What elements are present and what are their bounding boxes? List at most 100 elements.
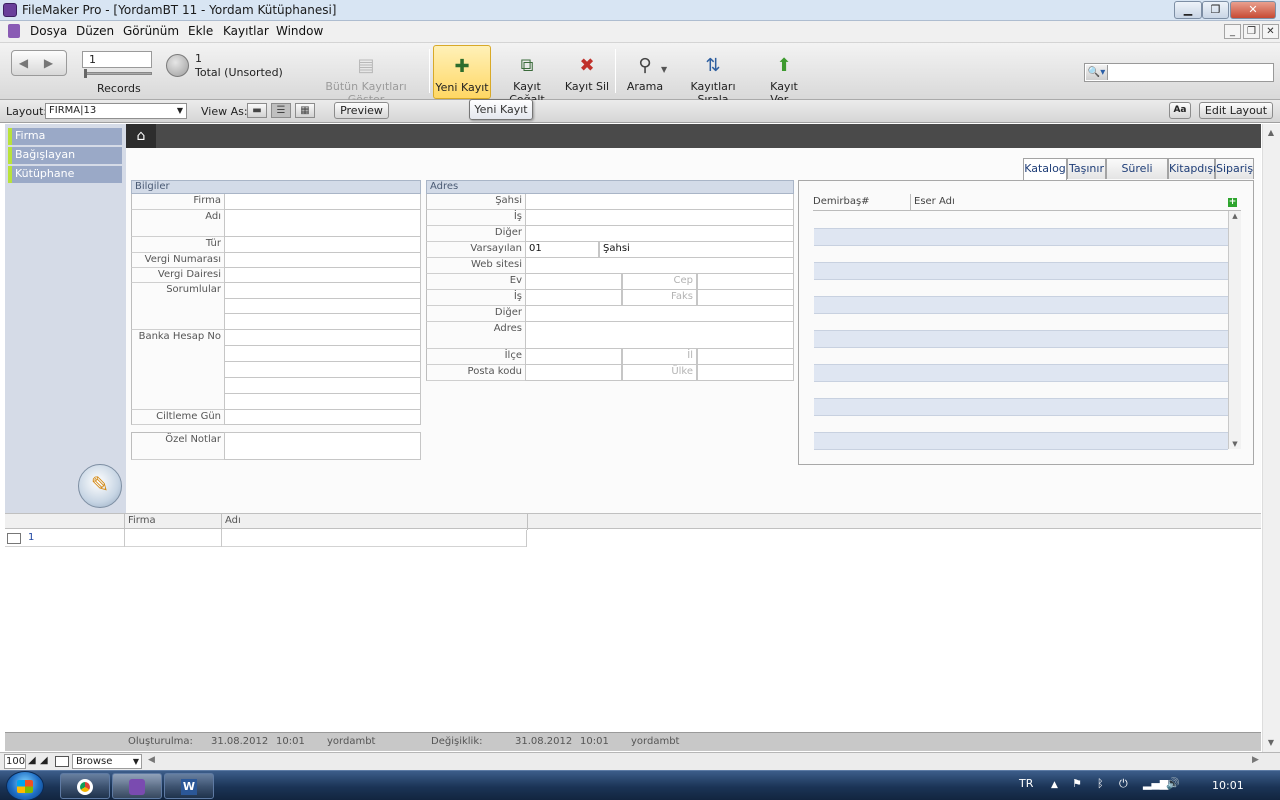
field-banka-2[interactable] [224,346,421,362]
text-formatting-button[interactable]: Aa [1169,102,1191,119]
field-firma[interactable] [224,194,421,210]
menu-window[interactable]: Window [276,24,323,38]
field-sorumlular-3[interactable] [224,314,421,330]
portal-row[interactable] [814,229,1228,246]
field-posta-kodu[interactable] [525,365,622,381]
portal-scrollbar[interactable]: ▲ ▼ [1228,211,1241,449]
quick-find-input[interactable] [1110,65,1270,80]
start-button[interactable] [6,771,44,800]
quick-find-search-icon[interactable]: 🔍▾ [1086,65,1108,80]
view-as-form-button[interactable]: ▬ [247,103,267,118]
scroll-down-arrow-icon[interactable]: ▼ [1263,738,1279,747]
sort-records-button[interactable]: ⇅ Kayıtları Sırala [675,45,751,106]
preview-button[interactable]: Preview [334,102,389,119]
portal-row[interactable] [814,416,1228,433]
list-col-firma[interactable]: Firma [124,514,221,530]
view-as-table-button[interactable]: ▦ [295,103,315,118]
portal-row[interactable] [814,263,1228,280]
field-ozel-notlar[interactable] [224,432,421,460]
portal-row[interactable] [814,297,1228,314]
field-banka-5[interactable] [224,394,421,410]
field-banka-1[interactable] [224,330,421,346]
field-varsayilan-code[interactable]: 01 [525,242,599,258]
field-ilce[interactable] [525,349,622,365]
field-diger[interactable] [525,226,794,242]
portal-row[interactable] [814,348,1228,365]
field-adres[interactable] [525,322,794,349]
zoom-out-icon[interactable]: ◢ [28,755,36,766]
field-adi[interactable] [224,210,421,237]
field-is-phone[interactable] [525,290,622,306]
power-icon[interactable]: ⏻ [1119,777,1128,791]
zoom-level[interactable]: 100 [4,754,26,769]
doc-close-button[interactable]: ✕ [1262,24,1279,39]
field-vergi-dairesi[interactable] [224,268,421,283]
language-indicator[interactable]: TR [1019,777,1033,790]
menu-kayitlar[interactable]: Kayıtlar [223,24,269,38]
field-banka-3[interactable] [224,362,421,378]
field-is[interactable] [525,210,794,226]
minimize-button[interactable]: ▁ [1174,1,1202,19]
close-button[interactable]: ✕ [1230,1,1276,19]
zoom-in-icon[interactable]: ◢ [40,755,48,766]
record-slider-knob[interactable] [84,69,87,78]
hscroll-right-arrow-icon[interactable]: ▶ [1252,755,1259,765]
field-ev[interactable] [525,274,622,290]
portal-row[interactable] [814,365,1228,382]
nav-tab-kutuphane[interactable]: Kütüphane [8,166,122,183]
nav-tab-bagislayan[interactable]: Bağışlayan [8,147,122,164]
doc-minimize-button[interactable]: _ [1224,24,1241,39]
portal-row[interactable] [814,399,1228,416]
edit-layout-button[interactable]: Edit Layout [1199,102,1273,119]
delete-record-button[interactable]: ✖ Kayıt Sil [564,45,610,99]
duplicate-record-button[interactable]: ⧉ Kayıt Çoğalt [494,45,560,106]
field-sorumlular-2[interactable] [224,299,421,314]
list-col-adi[interactable]: Adı [221,514,527,530]
tab-katalog[interactable]: Katalog [1023,158,1067,180]
menu-gorunum[interactable]: Görünüm [123,24,179,38]
find-dropdown-arrow-icon[interactable]: ▼ [661,65,667,74]
portal-row[interactable] [814,433,1228,450]
view-as-list-button[interactable]: ☰ [271,103,291,118]
portal-row[interactable] [814,314,1228,331]
portal-row[interactable] [814,212,1228,229]
show-all-button[interactable]: ▤ Bütün Kayıtları Göster [308,45,424,106]
field-sahsi[interactable] [525,194,794,210]
volume-icon[interactable]: 🔊 [1166,777,1180,790]
add-row-icon[interactable]: + [1228,198,1237,207]
toggle-toolbar-icon[interactable] [55,756,69,767]
bluetooth-icon[interactable]: ᛒ [1097,777,1104,790]
record-book-navigator[interactable]: ◀ ▶ [11,50,67,76]
home-icon[interactable]: ⌂ [126,124,156,148]
field-ulke[interactable] [697,365,794,381]
taskbar-word[interactable]: W [164,773,214,799]
scroll-up-arrow-icon[interactable]: ▲ [1227,212,1243,220]
field-il[interactable] [697,349,794,365]
field-banka-4[interactable] [224,378,421,394]
portal-row[interactable] [814,331,1228,348]
portal-row[interactable] [814,382,1228,399]
field-sorumlular-1[interactable] [224,283,421,299]
quick-find-field[interactable]: 🔍▾ [1084,63,1274,82]
tab-siparis[interactable]: Sipariş [1215,158,1254,179]
network-signal-icon[interactable]: ▂▄▆ [1143,777,1168,790]
field-tur[interactable] [224,237,421,253]
portal-row[interactable] [814,280,1228,297]
table-row[interactable]: 1 [5,530,527,547]
maximize-button[interactable]: ❐ [1202,1,1229,19]
found-set-pie-icon[interactable] [166,54,189,77]
share-record-button[interactable]: ⬆ Kayıt Ver... [755,45,813,106]
record-slider-track[interactable] [84,72,152,75]
mode-select[interactable]: Browse ▼ [72,754,142,769]
scroll-up-arrow-icon[interactable]: ▲ [1263,128,1279,137]
field-web-sitesi[interactable] [525,258,794,274]
field-varsayilan-value[interactable]: Şahsi [599,242,794,258]
field-ciltleme-gun[interactable] [224,410,421,425]
menu-duzen[interactable]: Düzen [76,24,114,38]
main-scrollbar[interactable]: ▲ ▼ [1262,124,1280,752]
action-center-flag-icon[interactable]: ⚑ [1072,777,1082,790]
tab-tasinir[interactable]: Taşınır [1067,158,1106,179]
menu-ekle[interactable]: Ekle [188,24,213,38]
nav-tab-firma[interactable]: Firma [8,128,122,145]
scroll-down-arrow-icon[interactable]: ▼ [1227,440,1243,448]
